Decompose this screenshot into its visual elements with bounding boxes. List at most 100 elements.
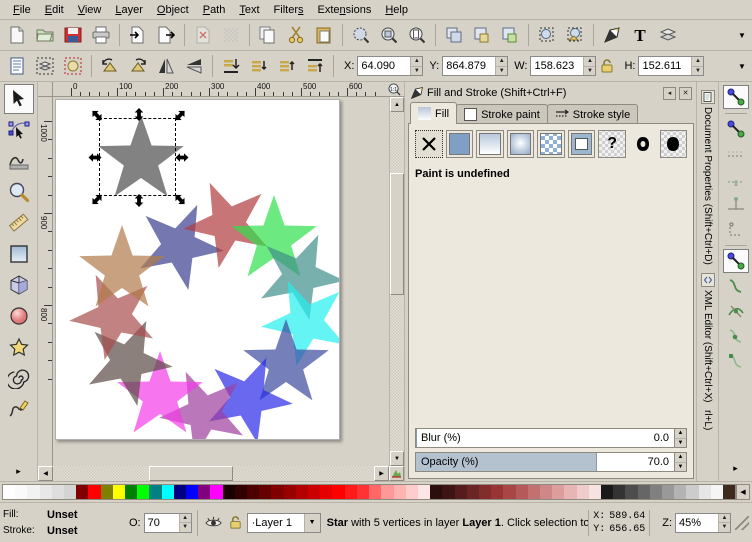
w-field[interactable]: ▲▼ [530, 56, 596, 76]
snap-bbox-center-icon[interactable] [723, 217, 749, 241]
palette-swatch[interactable] [76, 485, 88, 499]
resize-handle-ne[interactable] [173, 109, 187, 122]
paint-linear-gradient-button[interactable] [476, 130, 504, 158]
layer-lock-icon[interactable] [226, 513, 246, 533]
vtab-document-properties[interactable]: Document Properties (Shift+Ctrl+D) [700, 86, 716, 269]
palette-swatch[interactable] [259, 485, 271, 499]
node-tool[interactable] [4, 115, 34, 145]
palette-swatch[interactable] [186, 485, 198, 499]
paint-none-button[interactable] [415, 130, 443, 158]
snap-cusp-icon[interactable] [723, 324, 749, 348]
color-palette[interactable] [2, 484, 736, 500]
window-resize-grip[interactable] [735, 516, 749, 530]
palette-swatch[interactable] [210, 485, 222, 499]
zoom-tool[interactable] [4, 177, 34, 207]
palette-indicator-icon[interactable] [389, 466, 404, 481]
menu-item-layer[interactable]: Layer [108, 2, 150, 18]
blur-slider-steppers[interactable]: ▲▼ [675, 428, 687, 448]
eye-icon[interactable] [204, 513, 224, 533]
import-icon[interactable] [125, 22, 151, 48]
fill-rule-nonzero-button[interactable] [660, 130, 688, 158]
fill-rule-evenodd-button[interactable] [629, 130, 657, 158]
palette-swatch[interactable] [332, 485, 344, 499]
lock-ratio-icon[interactable] [597, 53, 617, 79]
fill-indicator[interactable]: Fill: Unset [3, 507, 123, 523]
snap-bbox-edge-icon[interactable] [723, 142, 749, 166]
palette-swatch[interactable] [479, 485, 491, 499]
palette-swatch[interactable] [564, 485, 576, 499]
vscroll-thumb[interactable] [390, 173, 404, 295]
palette-swatch[interactable] [552, 485, 564, 499]
blur-slider-track[interactable]: Blur (%) 0.0 [415, 428, 675, 448]
palette-swatch[interactable] [381, 485, 393, 499]
scroll-up-button[interactable]: ▲ [390, 97, 404, 112]
palette-swatch[interactable] [235, 485, 247, 499]
palette-swatch[interactable] [699, 485, 711, 499]
palette-swatch[interactable] [662, 485, 674, 499]
zoom-input[interactable] [676, 514, 718, 532]
select-all-icon[interactable] [4, 53, 30, 79]
menu-item-edit[interactable]: Edit [38, 2, 71, 18]
resize-handle-nw[interactable] [90, 109, 104, 122]
rotate-cw-icon[interactable] [125, 53, 151, 79]
dock-collapse-button[interactable]: ◂ [663, 87, 676, 100]
snap-path-icon[interactable] [723, 274, 749, 298]
rectangle-tool[interactable] [4, 239, 34, 269]
w-field-steppers[interactable]: ▲▼ [583, 57, 595, 75]
snap-bbox-corner-icon[interactable] [723, 167, 749, 191]
palette-swatch[interactable] [27, 485, 39, 499]
star-tan[interactable] [79, 225, 165, 306]
palette-swatch[interactable] [625, 485, 637, 499]
menu-item-filters[interactable]: Filters [267, 2, 311, 18]
h-field-steppers[interactable]: ▲▼ [691, 57, 703, 75]
palette-swatch[interactable] [223, 485, 235, 499]
opacity-slider-track[interactable]: Opacity (%) 70.0 [415, 452, 675, 472]
x-field-input[interactable] [358, 57, 410, 75]
palette-swatch[interactable] [540, 485, 552, 499]
palette-swatch[interactable] [247, 485, 259, 499]
palette-swatch[interactable] [442, 485, 454, 499]
duplicate-icon[interactable] [441, 22, 467, 48]
box3d-tool[interactable] [4, 270, 34, 300]
y-field-input[interactable] [443, 57, 495, 75]
menu-item-text[interactable]: Text [232, 2, 266, 18]
fill-stroke-icon[interactable] [599, 22, 625, 48]
resize-handle-se[interactable] [173, 193, 187, 206]
cut-icon[interactable] [283, 22, 309, 48]
zoom-1to1-icon[interactable]: 1:1 [384, 82, 404, 97]
rotate-ccw-icon[interactable] [97, 53, 123, 79]
palette-scroll-button[interactable]: ◀ [736, 484, 750, 500]
palette-swatch[interactable] [284, 485, 296, 499]
select-all-layers-icon[interactable] [32, 53, 58, 79]
palette-swatch[interactable] [320, 485, 332, 499]
menu-item-object[interactable]: Object [150, 2, 196, 18]
palette-swatch[interactable] [308, 485, 320, 499]
palette-swatch[interactable] [638, 485, 650, 499]
palette-swatch[interactable] [357, 485, 369, 499]
zoom-drawing-icon[interactable] [376, 22, 402, 48]
zoom-selection-icon[interactable] [348, 22, 374, 48]
palette-swatch[interactable] [430, 485, 442, 499]
paint-radial-gradient-button[interactable] [507, 130, 535, 158]
zoom-page-icon[interactable] [404, 22, 430, 48]
drawing-canvas[interactable] [53, 97, 389, 466]
star-tool[interactable] [4, 332, 34, 362]
vtab-xml-editor[interactable]: XML Editor (Shift+Ctrl+X) [700, 269, 716, 406]
palette-swatch[interactable] [149, 485, 161, 499]
mask-icon[interactable] [562, 22, 588, 48]
save-document-icon[interactable] [60, 22, 86, 48]
palette-swatch[interactable] [40, 485, 52, 499]
palette-swatch[interactable] [125, 485, 137, 499]
deselect-icon[interactable] [60, 53, 86, 79]
palette-swatch[interactable] [491, 485, 503, 499]
palette-swatch[interactable] [137, 485, 149, 499]
text-properties-icon[interactable]: T [627, 22, 653, 48]
tab-stroke-paint[interactable]: Stroke paint [456, 104, 548, 124]
palette-swatch[interactable] [613, 485, 625, 499]
paint-unknown-button[interactable]: ? [598, 130, 626, 158]
palette-swatch[interactable] [601, 485, 613, 499]
paint-swatch-button[interactable] [568, 130, 596, 158]
palette-swatch[interactable] [174, 485, 186, 499]
ungroup-icon[interactable] [497, 22, 523, 48]
blur-slider[interactable]: Blur (%) 0.0 ▲▼ [415, 428, 687, 448]
